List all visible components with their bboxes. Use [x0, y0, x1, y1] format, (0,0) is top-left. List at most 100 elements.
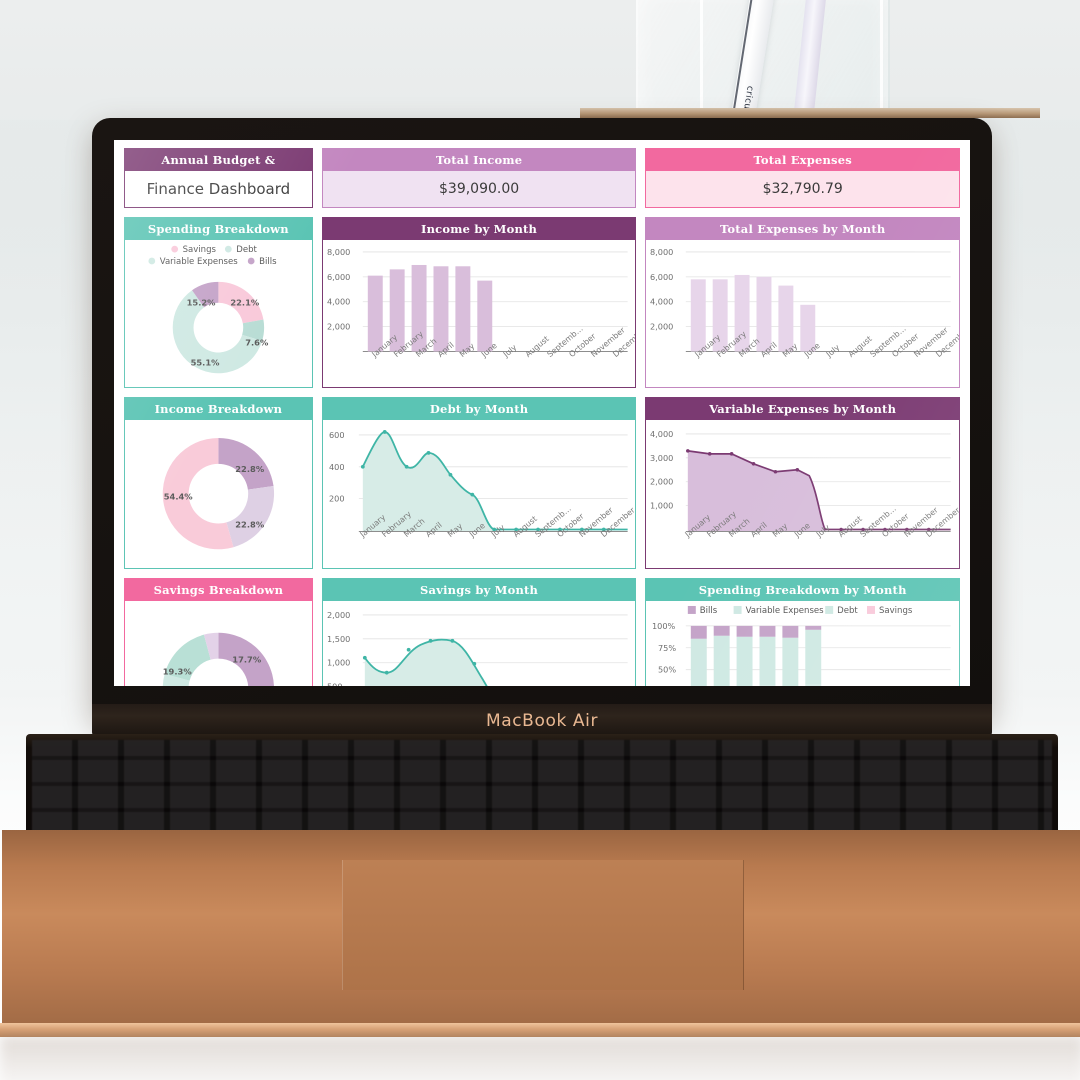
chart-total-expenses-by-month[interactable]: 8,000 6,000 4,000 2,000 January February… [646, 240, 959, 388]
x-labels-expenses: January February March April May June Ju… [693, 324, 959, 360]
chart-debt-by-month[interactable]: 600 400 200 January February March April… [322, 420, 636, 568]
pct-income-1: 22.8% [235, 464, 265, 474]
kpi-total-expenses-header: Total Expenses [646, 149, 959, 171]
svg-text:1,500: 1,500 [327, 634, 350, 644]
svg-text:75%: 75% [658, 642, 676, 652]
card-income-by-month: Income by Month 8,000 6,000 4,000 2,000 [321, 217, 637, 389]
y-axis-variable: 4,000 3,000 2,000 1,000 [650, 429, 673, 511]
photo-scene: cricut Annual Budget & Finance Dashboard… [0, 0, 1080, 1080]
card-total-expenses-by-month: Total Expenses by Month 8,000 6,000 4,00… [645, 217, 960, 389]
glass-edge-left [700, 0, 703, 120]
chart-variable-expenses-by-month[interactable]: 4,000 3,000 2,000 1,000 January February… [646, 420, 959, 568]
pct-savings-1: 17.7% [232, 654, 262, 664]
svg-text:August: August [837, 515, 864, 540]
svg-text:4,000: 4,000 [650, 297, 673, 307]
legend-spending: Savings Debt Variable Expenses Bills [148, 245, 277, 267]
svg-text:600: 600 [329, 430, 345, 440]
kpi-row: Annual Budget & Finance Dashboard Total … [124, 148, 960, 208]
chart-row-1: Spending Breakdown Savings Debt Variable… [124, 217, 960, 389]
svg-text:2,000: 2,000 [327, 322, 350, 332]
svg-text:2,000: 2,000 [327, 610, 350, 620]
legend-savings: Savings [879, 606, 913, 616]
x-labels-income: January February March April May June Ju… [369, 324, 635, 360]
chart-income-by-month[interactable]: 8,000 6,000 4,000 2,000 January February… [322, 240, 636, 388]
card-spending-breakdown: Spending Breakdown Savings Debt Variable… [124, 217, 313, 389]
macbook-air-label: MacBook Air [485, 711, 599, 731]
laptop-screen: Annual Budget & Finance Dashboard Total … [114, 140, 970, 686]
card-debt-by-month: Debt by Month 600 400 200 January Februa… [321, 397, 637, 569]
chart-savings-by-month[interactable]: 2,000 1,500 1,000 500 [322, 600, 636, 686]
legend-debt: Debt [838, 606, 859, 616]
kpi-total-income-header: Total Income [322, 149, 636, 171]
legend-label-savings: Savings [183, 245, 217, 255]
chart-spending-breakdown-by-month[interactable]: Bills Variable Expenses Debt Savings 100… [646, 600, 959, 686]
card-title-savings-breakdown: Savings Breakdown [125, 578, 312, 601]
y-axis-expenses: 8,000 6,000 4,000 2,000 [650, 247, 673, 332]
budget-dashboard: Annual Budget & Finance Dashboard Total … [114, 140, 970, 686]
laptop: Annual Budget & Finance Dashboard Total … [0, 112, 1080, 1080]
svg-text:100%: 100% [652, 621, 676, 631]
pct-income-0: 54.4% [164, 492, 194, 502]
pct-variable: 55.1% [191, 357, 221, 367]
y-axis-savings: 2,000 1,500 1,000 500 [327, 610, 350, 686]
donut-arcs-savings: 17.7% 18.1% 9.7% 19.3% [163, 632, 274, 686]
svg-text:200: 200 [329, 494, 345, 504]
legend-label-bills: Bills [259, 257, 277, 267]
area-variable: 4,000 3,000 2,000 1,000 January February… [650, 429, 959, 540]
card-savings-breakdown: Savings Breakdown 17.7% 19.3% [124, 577, 313, 686]
svg-text:August: August [523, 334, 550, 359]
kpi-card-total-income: Total Income $39,090.00 [321, 148, 637, 208]
svg-text:500: 500 [327, 681, 343, 686]
svg-text:50%: 50% [658, 664, 676, 674]
y-axis-stacked: 100% 75% 50% 25% [652, 621, 676, 675]
pct-bills: 15.2% [187, 298, 217, 308]
svg-text:2,000: 2,000 [650, 477, 673, 487]
screen-bottom-bezel: MacBook Air [92, 704, 992, 738]
card-spending-breakdown-by-month: Spending Breakdown by Month Bills Variab… [645, 577, 960, 686]
svg-text:1,000: 1,000 [327, 657, 350, 667]
card-savings-by-month: Savings by Month 2,000 1,500 1,000 500 [321, 577, 637, 686]
laptop-front-lip [0, 1023, 1080, 1037]
chart-spending-breakdown[interactable]: Savings Debt Variable Expenses Bills 22.… [125, 240, 312, 388]
card-title-income-by-month: Income by Month [322, 218, 636, 240]
bars-expenses: 8,000 6,000 4,000 2,000 January February… [650, 247, 959, 360]
pct-income-2: 22.8% [235, 520, 265, 530]
trackpad[interactable] [342, 860, 744, 990]
card-title-variable-expenses-by-month: Variable Expenses by Month [646, 398, 959, 421]
card-variable-expenses-by-month: Variable Expenses by Month 4,000 3,000 2… [645, 397, 960, 569]
kpi-title-header: Annual Budget & [125, 149, 312, 171]
chart-income-breakdown[interactable]: 22.8% 22.8% 54.4% [125, 420, 312, 568]
card-title-income-breakdown: Income Breakdown [125, 398, 312, 421]
kpi-card-total-expenses: Total Expenses $32,790.79 [645, 148, 960, 208]
glass-edge-right [880, 0, 883, 120]
donut-income: 22.8% 22.8% 54.4% [162, 438, 275, 550]
svg-text:400: 400 [329, 462, 345, 472]
legend-label-debt: Debt [236, 245, 257, 255]
donut-arcs-income: 22.8% 22.8% 54.4% [162, 438, 275, 550]
svg-text:July: July [489, 523, 507, 540]
chart-row-2: Income Breakdown 22.8% 22.8% 54.4% Debt … [124, 397, 960, 569]
card-income-breakdown: Income Breakdown 22.8% 22.8% 54.4% [124, 397, 313, 569]
svg-text:6,000: 6,000 [650, 272, 673, 282]
card-title-spending-breakdown-by-month: Spending Breakdown by Month [646, 578, 959, 601]
y-axis-debt: 600 400 200 [329, 430, 345, 504]
svg-text:2,000: 2,000 [650, 322, 673, 332]
kpi-total-income-value: $39,090.00 [322, 171, 636, 207]
card-title-debt-by-month: Debt by Month [322, 398, 636, 421]
legend-variable-expenses: Variable Expenses [746, 606, 825, 616]
kpi-card-title: Annual Budget & Finance Dashboard [124, 148, 313, 208]
svg-text:July: July [501, 343, 519, 360]
bars-income: 8,000 6,000 4,000 2,000 January February… [327, 247, 636, 360]
donut-savings: 17.7% 18.1% 9.7% 19.3% [163, 632, 274, 686]
svg-text:3,000: 3,000 [650, 453, 673, 463]
chart-savings-breakdown[interactable]: 17.7% 18.1% 9.7% 19.3% [125, 600, 312, 686]
pct-savings: 22.1% [230, 298, 260, 308]
donut-arcs-spending: 22.1% 7.6% 55.1% 15.2% [172, 281, 269, 374]
stacked-bars-spending: Bills Variable Expenses Debt Savings 100… [652, 606, 952, 686]
svg-text:July: July [824, 343, 842, 360]
legend-stacked: Bills Variable Expenses Debt Savings [688, 606, 913, 616]
svg-text:6,000: 6,000 [327, 272, 350, 282]
y-axis-income: 8,000 6,000 4,000 2,000 [327, 247, 350, 332]
card-title-savings-by-month: Savings by Month [322, 578, 636, 601]
svg-text:August: August [847, 334, 874, 359]
